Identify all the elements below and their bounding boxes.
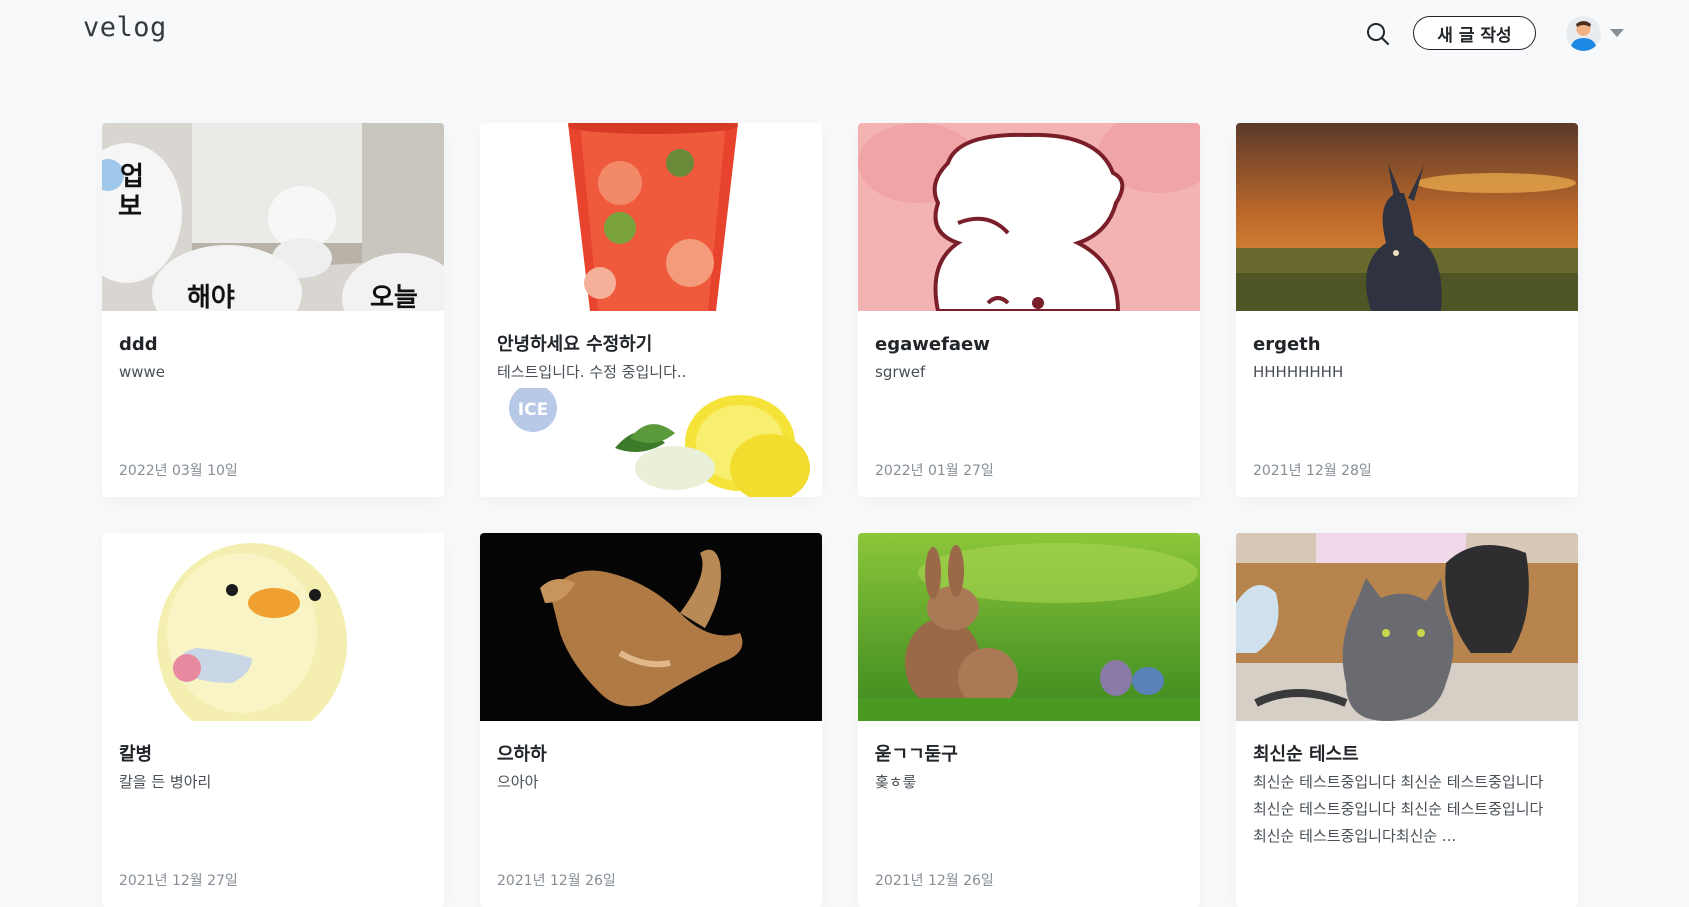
post-date: 2022년 03월 10일 [119,463,238,479]
thumb-text: 업 [120,162,144,192]
thumb-text: 오늘 [370,283,418,311]
post-title: 안녕하세요 수정하기 [497,334,653,355]
caret-down-icon[interactable] [1610,29,1624,37]
post-date: 2022년 01월 27일 [875,463,994,479]
post-thumbnail [1236,123,1578,311]
post-description: 칼을 든 병아리 [119,773,212,791]
post-card[interactable]: 칼병 칼을 든 병아리 2021년 12월 27일 [102,533,444,907]
post-date: 2021년 12월 28일 [1253,463,1372,479]
user-avatar[interactable] [1566,16,1601,51]
post-card[interactable]: 으하하 으아아 2021년 12월 26일 [480,533,822,907]
post-thumbnail: 업 보 해야 오늘 [102,123,444,311]
post-card[interactable]: ICE 안녕하세요 수정하기 테스트입니다. 수정 중입니다.. [480,123,822,497]
post-card[interactable]: ergeth HHHHHHHH 2021년 12월 28일 [1236,123,1578,497]
post-card[interactable]: 업 보 해야 오늘 ddd wwwe 2022년 03월 10일 [102,123,444,497]
post-thumbnail [102,533,444,721]
post-description: 으아아 [497,773,539,791]
post-thumbnail [858,533,1200,721]
post-title: 칼병 [119,744,153,765]
thumb-text: 해야 [187,283,235,311]
post-description: sgrwef [875,363,926,381]
post-date: 2021년 12월 27일 [119,873,238,889]
thumb-text: 보 [118,192,142,222]
post-title: ddd [119,334,158,355]
post-description: HHHHHHHH [1253,363,1344,381]
post-description: wwwe [119,363,166,381]
post-card[interactable]: 욷ㄱㄱ둗구 홎ㅎ릏 2021년 12월 26일 [858,533,1200,907]
post-description: 테스트입니다. 수정 중입니다.. [497,363,687,381]
velog-logo[interactable]: velog [83,12,167,43]
post-title: 욷ㄱㄱ둗구 [875,744,958,765]
post-thumbnail [480,533,822,721]
search-icon [1367,23,1389,45]
top-header: velog 새 글 작성 [0,0,1689,68]
new-post-button[interactable]: 새 글 작성 [1413,16,1536,50]
post-decoration: ICE [509,388,810,497]
post-thumbnail [858,123,1200,311]
post-description: 최신순 테스트중입니다 최신순 테스트중입니다 최신순 테스트중입니다 최신순 … [1253,773,1544,845]
post-title: 최신순 테스트 [1253,744,1359,765]
post-date: 2021년 12월 26일 [875,873,994,889]
search-button[interactable] [1364,20,1392,48]
post-description: 홎ㅎ릏 [875,773,917,791]
post-thumbnail [480,123,822,311]
post-title: ergeth [1253,334,1321,355]
post-thumbnail [1236,533,1578,721]
post-title: 으하하 [497,744,547,765]
post-date: 2021년 12월 26일 [497,873,616,889]
user-avatar-icon [1566,16,1601,51]
ice-badge: ICE [518,400,548,420]
post-title: egawefaew [875,334,990,355]
post-card[interactable]: 최신순 테스트 최신순 테스트중입니다 최신순 테스트중입니다 최신순 테스트중… [1236,533,1578,907]
post-card[interactable]: egawefaew sgrwef 2022년 01월 27일 [858,123,1200,497]
